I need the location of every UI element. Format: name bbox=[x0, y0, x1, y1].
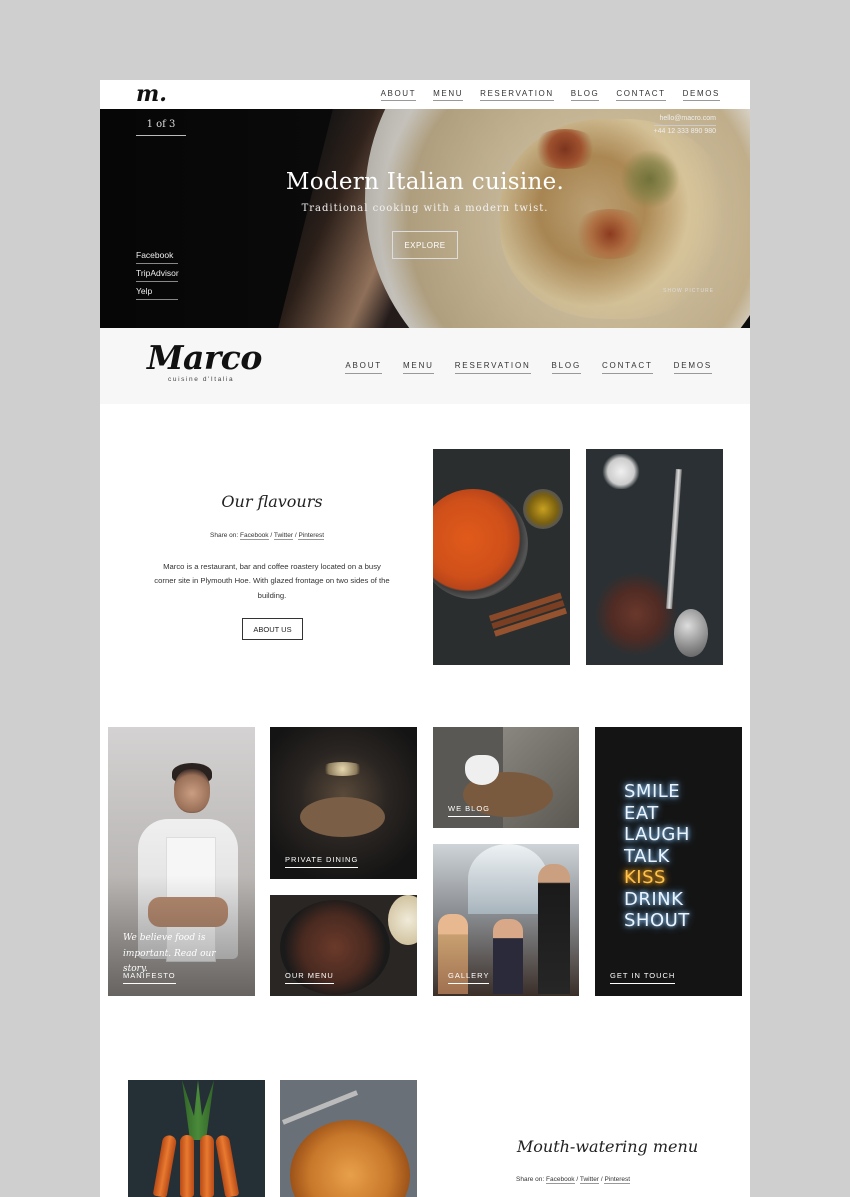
neon-word: LAUGH bbox=[624, 824, 690, 845]
share-label: Share on: bbox=[516, 1176, 545, 1183]
nav-about[interactable]: ABOUT bbox=[345, 361, 382, 374]
spoon-handle bbox=[666, 468, 682, 610]
share-facebook[interactable]: Facebook bbox=[240, 532, 269, 540]
waiter bbox=[538, 864, 570, 994]
spice bbox=[596, 569, 676, 659]
share-pinterest[interactable]: Pinterest bbox=[298, 532, 325, 540]
brand-header: Marco cuisine d'Italia ABOUT MENU RESERV… bbox=[100, 328, 750, 404]
mini-logo[interactable]: m. bbox=[136, 81, 167, 107]
show-picture-link[interactable]: SHOW PICTURE bbox=[663, 288, 714, 294]
share-pinterest[interactable]: Pinterest bbox=[604, 1176, 631, 1184]
share-twitter[interactable]: Twitter bbox=[273, 532, 294, 540]
soup-bowl bbox=[433, 489, 528, 599]
carrots-photo bbox=[128, 1080, 265, 1197]
social-links: Facebook TripAdvisor Yelp bbox=[136, 250, 179, 304]
social-facebook[interactable]: Facebook bbox=[136, 250, 178, 264]
contact-email[interactable]: hello@macro.com bbox=[653, 113, 716, 126]
flavours-description: Marco is a restaurant, bar and coffee ro… bbox=[154, 562, 390, 600]
share-twitter[interactable]: Twitter bbox=[579, 1176, 600, 1184]
explore-button[interactable]: EXPLORE bbox=[392, 231, 458, 259]
menu-share: Share on: Facebook / Twitter / Pinterest bbox=[516, 1176, 631, 1184]
neon-word: KISS bbox=[624, 867, 666, 888]
manifesto-link[interactable]: MANIFESTO bbox=[123, 971, 176, 984]
neon-word: EAT bbox=[624, 802, 659, 824]
pie-photo bbox=[280, 1080, 417, 1197]
tart bbox=[290, 1120, 410, 1197]
arch-window bbox=[468, 844, 548, 914]
page: m. ABOUT MENU RESERVATION BLOG CONTACT D… bbox=[100, 80, 750, 1197]
hero-overlay bbox=[100, 109, 750, 328]
top-nav-about[interactable]: ABOUT bbox=[380, 89, 417, 101]
nav-contact[interactable]: CONTACT bbox=[601, 361, 653, 374]
top-nav-contact[interactable]: CONTACT bbox=[616, 89, 666, 101]
share-label: Share on: bbox=[210, 532, 239, 539]
menu-title: Mouth-watering menu bbox=[516, 1137, 699, 1156]
top-nav-demos[interactable]: DEMOS bbox=[682, 89, 720, 101]
carrot bbox=[214, 1134, 240, 1197]
brand-logo[interactable]: Marco bbox=[147, 338, 262, 377]
side-dish bbox=[388, 895, 417, 945]
get-in-touch-link[interactable]: GET IN TOUCH bbox=[610, 971, 676, 984]
carrot bbox=[152, 1134, 178, 1197]
top-nav-blog[interactable]: BLOG bbox=[570, 89, 600, 101]
cinnamon-sticks bbox=[488, 592, 563, 622]
oil-spoon bbox=[523, 489, 563, 529]
guest bbox=[493, 919, 523, 994]
hero-title: Modern Italian cuisine. bbox=[285, 169, 565, 195]
social-tripadvisor[interactable]: TripAdvisor bbox=[136, 268, 179, 282]
flavours-title: Our flavours bbox=[221, 492, 323, 511]
top-nav-reservation[interactable]: RESERVATION bbox=[480, 89, 554, 101]
flavours-share: Share on: Facebook / Twitter / Pinterest bbox=[210, 532, 325, 540]
neon-word: SHOUT bbox=[624, 910, 690, 931]
our-menu-link[interactable]: OUR MENU bbox=[285, 971, 334, 984]
main-nav: ABOUT MENU RESERVATION BLOG CONTACT DEMO… bbox=[345, 361, 712, 374]
neon-word: TALK bbox=[624, 845, 670, 867]
teapot bbox=[465, 755, 499, 785]
nav-blog[interactable]: BLOG bbox=[551, 361, 581, 374]
top-nav-menu[interactable]: MENU bbox=[433, 89, 464, 101]
get-in-touch-tile[interactable]: SMILE EAT LAUGH TALK KISS DRINK SHOUT bbox=[595, 727, 742, 996]
chandelier bbox=[320, 762, 365, 776]
soup-photo bbox=[433, 449, 570, 665]
about-us-button[interactable]: ABOUT US bbox=[242, 618, 303, 640]
spoon-head bbox=[674, 609, 708, 657]
hero-contact: hello@macro.com +44 12 333 890 980 bbox=[653, 113, 716, 138]
hero-subtitle: Traditional cooking with a modern twist. bbox=[301, 203, 549, 214]
brand-tagline: cuisine d'Italia bbox=[168, 376, 235, 383]
social-yelp[interactable]: Yelp bbox=[136, 286, 178, 300]
gallery-link[interactable]: GALLERY bbox=[448, 971, 490, 984]
carrot bbox=[180, 1135, 194, 1197]
neon-word: DRINK bbox=[624, 888, 684, 910]
slide-counter: 1 of 3 bbox=[136, 119, 186, 136]
private-dining-link[interactable]: PRIVATE DINING bbox=[285, 855, 359, 868]
share-facebook[interactable]: Facebook bbox=[546, 1176, 575, 1184]
spoon-photo bbox=[586, 449, 723, 665]
top-nav: ABOUT MENU RESERVATION BLOG CONTACT DEMO… bbox=[380, 89, 720, 101]
nav-reservation[interactable]: RESERVATION bbox=[454, 361, 531, 374]
neon-sign: SMILE EAT LAUGH TALK KISS DRINK SHOUT bbox=[624, 781, 690, 932]
we-blog-link[interactable]: WE BLOG bbox=[448, 804, 491, 817]
top-bar: m. ABOUT MENU RESERVATION BLOG CONTACT D… bbox=[100, 80, 750, 109]
nav-demos[interactable]: DEMOS bbox=[673, 361, 712, 374]
salt bbox=[601, 454, 641, 489]
dining-table bbox=[300, 797, 385, 837]
hero-slider: 1 of 3 hello@macro.com +44 12 333 890 98… bbox=[100, 109, 750, 328]
carrot bbox=[200, 1135, 214, 1197]
nav-menu[interactable]: MENU bbox=[402, 361, 434, 374]
carrot-leaves bbox=[182, 1080, 214, 1140]
contact-phone[interactable]: +44 12 333 890 980 bbox=[654, 126, 716, 138]
neon-word: SMILE bbox=[624, 781, 681, 802]
